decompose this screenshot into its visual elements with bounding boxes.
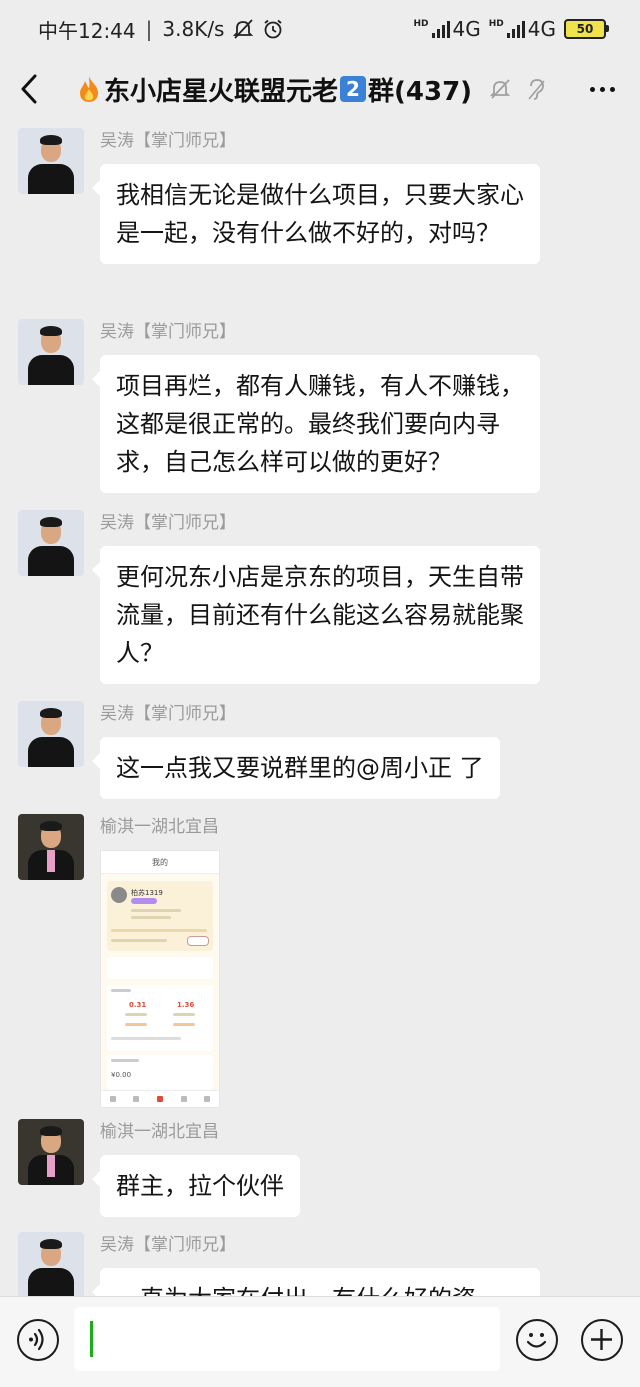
screenshot-value-2: 1.36 bbox=[177, 1001, 195, 1009]
chat-messages[interactable]: 吴涛【掌门师兄】 我相信无论是做什么项目，只要大家心是一起，没有什么做不好的，对… bbox=[0, 120, 640, 1296]
battery-icon: 50 bbox=[564, 19, 609, 39]
more-options-button[interactable] bbox=[582, 86, 622, 92]
plus-icon bbox=[591, 1329, 612, 1350]
voice-icon bbox=[29, 1328, 44, 1351]
message-bubble[interactable]: 我相信无论是做什么项目，只要大家心是一起，没有什么做不好的，对吗？ bbox=[92, 164, 540, 264]
ear-icon bbox=[528, 79, 545, 100]
status-bar: 中午12:44 | 3.8K/s HD 4G HD 4G 50 bbox=[0, 0, 640, 58]
message-bubble[interactable]: 更何况东小店是京东的项目，天生自带流量，目前还有什么能这么容易就能聚人？ bbox=[92, 546, 540, 684]
alarm-icon bbox=[264, 19, 283, 39]
emoji-icon bbox=[526, 1333, 547, 1348]
avatar[interactable] bbox=[18, 1119, 84, 1185]
back-button[interactable] bbox=[18, 69, 54, 109]
message-bubble[interactable]: 这一点我又要说群里的@周小正 了 bbox=[92, 737, 500, 799]
screenshot-username: 柏苏1319 bbox=[131, 889, 163, 897]
sender-name: 榆淇一湖北宜昌 bbox=[100, 1122, 219, 1142]
avatar[interactable] bbox=[18, 319, 84, 385]
message: 吴涛【掌门师兄】 一直为大家在付出，有什么好的资 bbox=[18, 1232, 540, 1296]
message-bubble[interactable]: 一直为大家在付出，有什么好的资 bbox=[92, 1268, 540, 1296]
sender-name: 榆淇一湖北宜昌 bbox=[100, 817, 219, 837]
message-input[interactable] bbox=[74, 1307, 500, 1371]
sender-name: 吴涛【掌门师兄】 bbox=[100, 131, 236, 151]
sender-name: 吴涛【掌门师兄】 bbox=[100, 513, 236, 533]
signal-bars-icon bbox=[431, 20, 450, 38]
avatar[interactable] bbox=[18, 701, 84, 767]
emoji-button[interactable] bbox=[516, 1319, 558, 1361]
chat-title-suffix: 群(437) bbox=[368, 76, 473, 107]
sender-name: 吴涛【掌门师兄】 bbox=[100, 322, 236, 342]
screenshot-value-1: 0.31 bbox=[129, 1001, 147, 1009]
avatar[interactable] bbox=[18, 814, 84, 880]
fire-icon bbox=[80, 76, 98, 102]
number-badge: 2 bbox=[340, 76, 367, 102]
chevron-left-icon bbox=[21, 74, 37, 104]
avatar[interactable] bbox=[18, 128, 84, 194]
sender-name: 吴涛【掌门师兄】 bbox=[100, 1235, 236, 1255]
sim2-signal: HD 4G bbox=[488, 17, 556, 41]
message: 吴涛【掌门师兄】 项目再烂，都有人赚钱，有人不赚钱，这都是很正常的。最终我们要向… bbox=[18, 319, 540, 493]
message-bubble[interactable]: 群主，拉个伙伴 bbox=[92, 1155, 300, 1217]
mute-icon bbox=[489, 79, 511, 99]
status-separator: | bbox=[145, 17, 153, 41]
message: 榆淇一湖北宜昌 群主，拉个伙伴 bbox=[18, 1119, 300, 1217]
chat-header: 东小店星火联盟元老 2 群(437) bbox=[0, 58, 640, 120]
chat-title-prefix: 东小店星火联盟元老 bbox=[104, 76, 339, 107]
signal-bars-icon bbox=[506, 20, 525, 38]
message-bubble[interactable]: 项目再烂，都有人赚钱，有人不赚钱，这都是很正常的。最终我们要向内寻求，自己怎么样… bbox=[92, 355, 540, 493]
avatar[interactable] bbox=[18, 510, 84, 576]
sim1-signal: HD 4G bbox=[413, 17, 481, 41]
mute-icon bbox=[233, 19, 254, 39]
image-message[interactable]: 我的 柏苏1319 0.31 1.36 ¥0.00 bbox=[100, 850, 220, 1108]
text-cursor bbox=[90, 1321, 93, 1357]
message: 榆淇一湖北宜昌 我的 柏苏1319 0.31 1.36 ¥0.00 bbox=[18, 814, 220, 1108]
message: 吴涛【掌门师兄】 这一点我又要说群里的@周小正 了 bbox=[18, 701, 500, 799]
more-functions-button[interactable] bbox=[581, 1319, 623, 1361]
screenshot-amount: ¥0.00 bbox=[111, 1071, 132, 1079]
chat-title: 东小店星火联盟元老 2 群(437) bbox=[76, 71, 472, 108]
network-speed: 3.8K/s bbox=[162, 17, 225, 41]
voice-button[interactable] bbox=[17, 1319, 59, 1361]
input-bar bbox=[0, 1296, 640, 1387]
status-time: 中午12:44 bbox=[38, 18, 136, 43]
screenshot-title: 我的 bbox=[101, 851, 219, 874]
message: 吴涛【掌门师兄】 更何况东小店是京东的项目，天生自带流量，目前还有什么能这么容易… bbox=[18, 510, 540, 684]
message: 吴涛【掌门师兄】 我相信无论是做什么项目，只要大家心是一起，没有什么做不好的，对… bbox=[18, 128, 540, 264]
sender-name: 吴涛【掌门师兄】 bbox=[100, 704, 236, 724]
avatar[interactable] bbox=[18, 1232, 84, 1296]
